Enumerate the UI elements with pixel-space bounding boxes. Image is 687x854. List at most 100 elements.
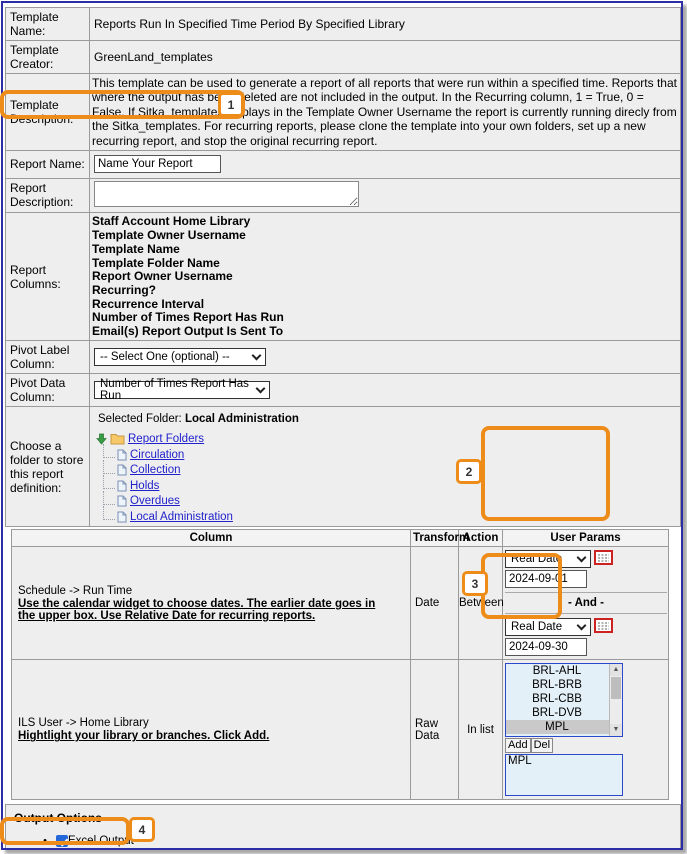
end-date-type-value: Real Date — [511, 621, 563, 634]
end-date-calendar-button[interactable] — [594, 618, 613, 636]
document-icon — [117, 495, 127, 507]
home-library-row: ILS User -> Home Library Hightlight your… — [11, 659, 669, 801]
template-name-label: Template Name: — [5, 7, 90, 41]
report-column-item: Staff Account Home Library — [92, 214, 251, 229]
schedule-run-time-row: Schedule -> Run Time Use the calendar wi… — [11, 546, 669, 661]
report-columns-label: Report Columns: — [5, 211, 90, 342]
pivot-data-column-label: Pivot Data Column: — [5, 373, 90, 408]
template-description-value: This template can be used to generate a … — [89, 73, 681, 151]
bullet-icon: • — [43, 835, 47, 848]
folder-tree-item-row: Collection — [96, 459, 676, 478]
header-action: Action — [458, 529, 503, 548]
excel-output-label: Excel Output — [68, 835, 134, 848]
chevron-down-icon — [576, 552, 587, 563]
start-date-type-select[interactable]: Real Date — [505, 550, 591, 569]
output-option-row: • Excel Output — [14, 833, 680, 848]
del-button[interactable]: Del — [530, 738, 554, 754]
date-params-widget: Real Date - And - — [505, 550, 667, 657]
library-option[interactable]: BRL-AHL — [506, 664, 622, 678]
folder-link[interactable]: Holds — [130, 480, 159, 492]
callout-badge-2: 2 — [456, 459, 482, 484]
document-icon — [117, 511, 127, 523]
pivot-label-column-label: Pivot Label Column: — [5, 340, 90, 375]
pivot-label-select-value: -- Select One (optional) -- — [100, 351, 230, 364]
pivot-data-row: Pivot Data Column: Number of Times Repor… — [5, 373, 681, 408]
folder-link[interactable]: Collection — [130, 464, 181, 476]
scroll-down-icon[interactable]: ▼ — [610, 724, 622, 737]
selected-folder-value: Local Administration — [184, 413, 299, 426]
output-option-row: • CSV Output — [14, 849, 680, 850]
library-option-selected[interactable]: MPL — [506, 720, 622, 735]
end-date-type-select[interactable]: Real Date — [505, 618, 591, 637]
excel-output-checkbox[interactable] — [56, 835, 68, 848]
library-option[interactable]: BRL-BRB — [506, 678, 622, 692]
chosen-libraries-list[interactable]: MPL — [505, 754, 623, 797]
schedule-column-note: Use the calendar widget to choose dates.… — [18, 597, 376, 622]
pivot-data-select-value: Number of Times Report Has Run — [100, 378, 249, 403]
template-description-row: Template Description: This template can … — [5, 73, 681, 151]
folder-tree-item-row: Local Administration — [96, 506, 676, 525]
list-scrollbar[interactable]: ▲ ▼ — [609, 664, 622, 737]
report-column-item: Recurring? — [92, 283, 157, 298]
library-option[interactable]: BRL-DVB — [506, 706, 622, 720]
folder-link[interactable]: Local Administration — [130, 511, 233, 523]
output-options-title: Output Options — [14, 811, 102, 826]
report-column-item: Email(s) Report Output Is Sent To — [92, 324, 284, 339]
scrollbar-thumb[interactable] — [611, 677, 621, 700]
report-column-item: Template Folder Name — [92, 255, 220, 270]
params-header-row: Column Transform Action User Params — [11, 529, 669, 548]
chosen-library-item[interactable]: MPL — [506, 755, 622, 767]
tree-connector — [103, 506, 115, 521]
chevron-down-icon — [255, 383, 266, 394]
chevron-down-icon — [576, 620, 587, 631]
report-column-item: Number of Times Report Has Run — [92, 310, 284, 325]
template-creator-value: GreenLand_templates — [89, 40, 681, 74]
template-creator-label: Template Creator: — [5, 40, 90, 74]
document-icon — [117, 480, 127, 492]
header-user-params: User Params — [502, 529, 669, 548]
schedule-transform: Date — [410, 546, 459, 661]
report-name-input[interactable] — [94, 155, 221, 174]
pivot-label-select[interactable]: -- Select One (optional) -- — [94, 348, 266, 367]
report-column-item: Recurrence Interval — [92, 296, 205, 311]
output-options-section: Output Options • Excel Output • CSV Outp… — [5, 804, 681, 850]
start-date-calendar-button[interactable] — [594, 550, 613, 568]
selected-folder-prefix: Selected Folder: — [98, 413, 182, 426]
folder-link[interactable]: Overdues — [130, 495, 180, 507]
callout-badge-4: 4 — [129, 817, 155, 842]
folder-link[interactable]: Circulation — [130, 449, 184, 461]
template-name-row: Template Name: Reports Run In Specified … — [5, 7, 681, 41]
report-name-label: Report Name: — [5, 149, 90, 179]
schedule-column-title: Schedule -> Run Time — [18, 584, 133, 597]
callout-badge-1: 1 — [218, 92, 244, 117]
divider — [505, 613, 667, 615]
calendar-icon — [594, 550, 613, 568]
document-icon — [117, 464, 127, 476]
report-column-item: Report Owner Username — [92, 269, 233, 284]
selected-folder-line: Selected Folder: Local Administration — [98, 413, 676, 425]
folder-chooser-row: Choose a folder to store this report def… — [5, 406, 681, 528]
report-description-label: Report Description: — [5, 177, 90, 213]
tree-connector — [103, 490, 115, 505]
template-creator-row: Template Creator: GreenLand_templates — [5, 40, 681, 74]
folder-chooser-label: Choose a folder to store this report def… — [5, 406, 90, 528]
folder-tree: Selected Folder: Local Administration Re… — [94, 409, 676, 524]
report-run-form-window: Template Name: Reports Run In Specified … — [1, 1, 683, 850]
scroll-up-icon[interactable]: ▲ — [610, 664, 622, 677]
add-button[interactable]: Add — [505, 738, 531, 754]
tree-connector — [103, 459, 115, 474]
header-transform: Transform — [410, 529, 469, 548]
pivot-data-select[interactable]: Number of Times Report Has Run — [94, 378, 270, 403]
library-action: In list — [458, 659, 503, 801]
and-label: - And - — [568, 597, 604, 610]
library-multiselect[interactable]: BRL-AHL BRL-BRB BRL-CBB BRL-DVB MPL ▲ ▼ — [505, 663, 623, 738]
folder-link-root[interactable]: Report Folders — [128, 433, 204, 445]
library-option[interactable]: BRL-CBB — [506, 692, 622, 706]
start-date-input[interactable] — [505, 570, 587, 589]
template-info-table: Template Name: Reports Run In Specified … — [5, 7, 681, 528]
end-date-input[interactable] — [505, 638, 587, 657]
report-columns-list: Staff Account Home Library Template Owne… — [89, 211, 681, 342]
header-column: Column — [11, 529, 411, 548]
report-description-textarea[interactable] — [94, 180, 359, 207]
library-column-title: ILS User -> Home Library — [18, 717, 149, 730]
